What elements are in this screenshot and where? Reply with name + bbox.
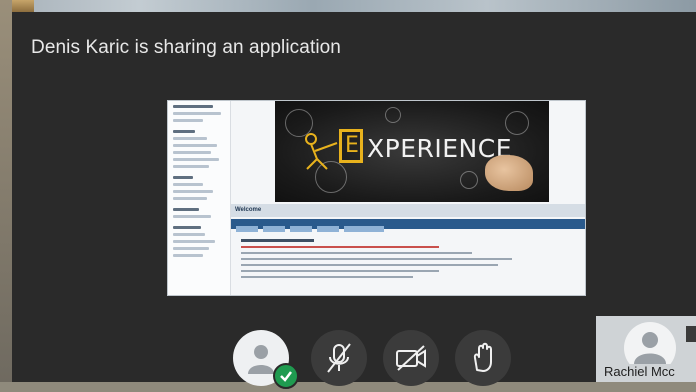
participant-name: Rachiel Mcc <box>604 364 675 379</box>
shared-application-view[interactable]: E XPERIENCE Welcome <box>167 100 586 296</box>
participant-tile[interactable]: Rachiel Mcc <box>596 316 696 382</box>
hand-icon <box>473 342 492 372</box>
shared-app-sidebar <box>168 101 231 295</box>
shared-app-main: E XPERIENCE Welcome <box>231 101 585 295</box>
shared-app-tabs <box>231 219 585 232</box>
microphone-toggle-button[interactable] <box>311 330 367 386</box>
user-icon <box>248 345 274 374</box>
shared-app-content <box>241 235 571 278</box>
camera-toggle-button[interactable] <box>383 330 439 386</box>
hand-with-chalk <box>485 155 533 191</box>
meeting-window: Denis Karic is sharing an application E … <box>12 12 696 389</box>
experience-banner-image: E XPERIENCE <box>275 101 549 202</box>
share-status-text: Denis Karic is sharing an application <box>31 37 341 58</box>
mic-off-icon <box>327 343 351 373</box>
participant-avatar-icon <box>624 322 676 364</box>
tile-overflow-button[interactable] <box>686 326 696 342</box>
camera-off-icon <box>396 345 426 371</box>
external-window-strip <box>0 0 696 12</box>
stick-figure-icon <box>305 133 338 170</box>
raise-hand-button[interactable] <box>455 330 511 386</box>
welcome-heading: Welcome <box>231 204 585 217</box>
status-check-badge <box>273 363 299 389</box>
external-left-edge <box>0 0 12 382</box>
check-icon <box>280 371 292 382</box>
banner-letter-box: E <box>339 129 363 163</box>
